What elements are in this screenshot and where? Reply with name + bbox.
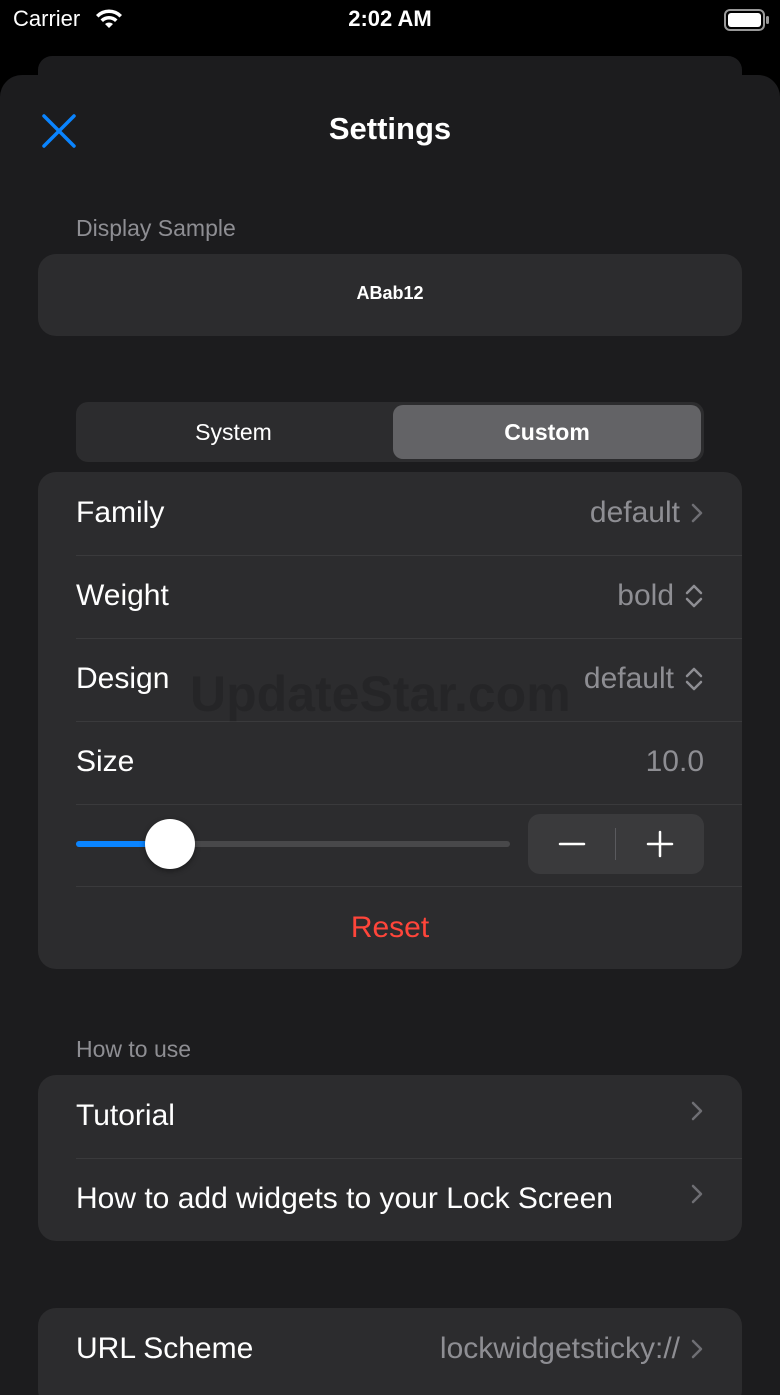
segment-custom[interactable]: Custom: [393, 405, 701, 459]
size-stepper: [528, 814, 704, 874]
font-source-segmented-control: System Custom: [76, 402, 704, 462]
page-title: Settings: [328, 111, 452, 146]
url-scheme-label: URL Scheme: [76, 1332, 254, 1365]
weight-value: bold: [617, 579, 674, 612]
status-time: 2:02 AM: [348, 6, 432, 31]
weight-label: Weight: [76, 579, 169, 612]
reset-button[interactable]: Reset: [38, 886, 742, 969]
design-value: default: [583, 662, 674, 695]
chevron-up-down-icon: [685, 584, 703, 608]
display-sample-card: ABab12: [38, 254, 742, 336]
chevron-up-down-icon: [685, 667, 703, 691]
lock-screen-widgets-label: How to add widgets to your Lock Screen: [76, 1182, 613, 1215]
size-value: 10.0: [645, 745, 704, 778]
design-row[interactable]: Design default: [38, 638, 742, 721]
size-slider[interactable]: [76, 819, 510, 869]
chevron-right-icon: [691, 1184, 703, 1204]
tutorial-row[interactable]: Tutorial: [38, 1075, 742, 1158]
tutorial-label: Tutorial: [76, 1099, 175, 1132]
size-label: Size: [76, 745, 135, 778]
slider-thumb[interactable]: [145, 819, 196, 869]
status-bar: Carrier 2:02 AM: [0, 0, 780, 44]
increment-button[interactable]: [616, 814, 704, 874]
size-row: Size 10.0: [38, 721, 742, 804]
chevron-right-icon: [691, 1339, 703, 1359]
chevron-right-icon: [691, 1101, 703, 1121]
chevron-right-icon: [691, 503, 703, 523]
display-sample-header: Display Sample: [76, 215, 236, 241]
segment-system[interactable]: System: [79, 405, 388, 459]
weight-row[interactable]: Weight bold: [38, 555, 742, 638]
how-to-use-card: Tutorial How to add widgets to your Lock…: [38, 1075, 742, 1241]
url-scheme-card: URL Scheme lockwidgetsticky://: [38, 1308, 742, 1395]
family-label: Family: [76, 496, 165, 529]
settings-sheet: Settings Display Sample ABab12 System Cu…: [0, 75, 780, 1395]
how-to-use-header: How to use: [76, 1036, 192, 1062]
url-scheme-value: lockwidgetsticky://: [439, 1332, 680, 1365]
battery-icon: [724, 9, 769, 31]
design-label: Design: [76, 662, 170, 695]
display-sample-text: ABab12: [356, 283, 424, 303]
plus-icon: [646, 830, 674, 858]
family-value: default: [589, 496, 680, 529]
font-settings-card: Family default Weight bold Design defaul…: [38, 472, 742, 969]
divider: [76, 804, 742, 805]
decrement-button[interactable]: [528, 814, 616, 874]
family-row[interactable]: Family default: [38, 472, 742, 555]
url-scheme-row[interactable]: URL Scheme lockwidgetsticky://: [38, 1308, 742, 1391]
minus-icon: [558, 842, 586, 846]
lock-screen-widgets-row[interactable]: How to add widgets to your Lock Screen: [38, 1158, 742, 1241]
